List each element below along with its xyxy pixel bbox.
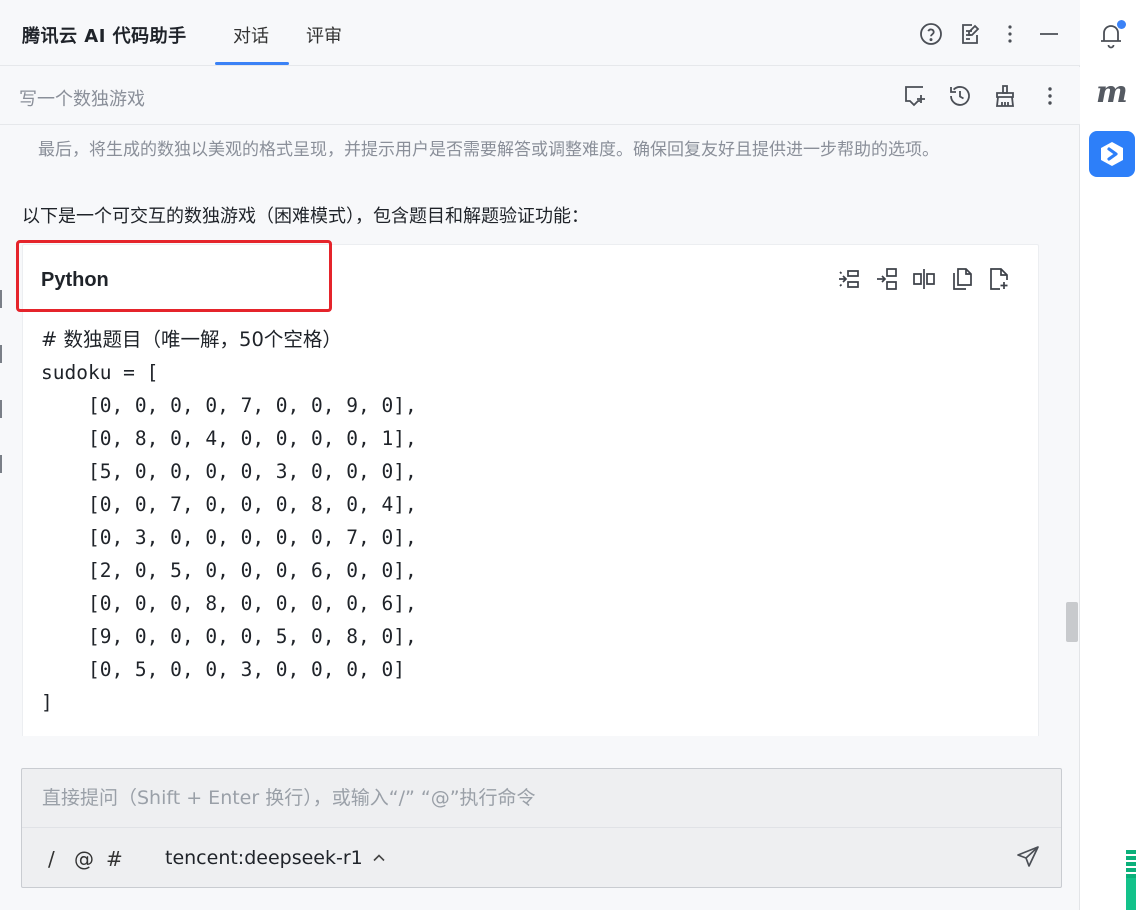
code-line: [0, 5, 0, 0, 3, 0, 0, 0, 0] [41,658,405,681]
hash-context-button[interactable]: # [106,847,123,871]
code-line: [0, 0, 0, 0, 7, 0, 0, 9, 0], [41,394,417,417]
insert-at-cursor-icon[interactable] [836,266,862,292]
diff-icon[interactable] [911,266,937,292]
code-line: ] [41,691,53,714]
code-line: [0, 3, 0, 0, 0, 0, 0, 7, 0], [41,526,417,549]
copy-icon[interactable] [949,266,975,292]
code-line: [0, 8, 0, 4, 0, 0, 0, 0, 1], [41,427,417,450]
chevron-up-icon [373,854,385,862]
insert-new-line-icon[interactable] [874,266,900,292]
minimize-icon[interactable] [1037,22,1061,46]
code-line: # 数独题目（唯一解，50个空格） [41,328,342,351]
history-icon[interactable] [947,83,973,109]
conversation-bar: 写一个数独游戏 [0,67,1080,125]
code-line: [2, 0, 5, 0, 0, 0, 6, 0, 0], [41,559,417,582]
notification-dot [1117,20,1126,29]
tab-chat[interactable]: 对话 [233,22,269,48]
help-icon[interactable] [919,22,943,46]
clean-icon[interactable] [992,83,1018,109]
code-block: Python # 数独题目（唯一解，50个空格） sudoku = [ [0, 0… [22,244,1039,736]
chat-input-box: / @ # tencent:deepseek-r1 [21,768,1062,888]
code-assistant-app-icon[interactable] [1089,131,1135,177]
code-content: # 数独题目（唯一解，50个空格） sudoku = [ [0, 0, 0, 0,… [41,323,417,719]
code-line: [0, 0, 0, 8, 0, 0, 0, 0, 6], [41,592,417,615]
chat-input[interactable] [22,769,1061,827]
tab-review[interactable]: 评审 [306,22,342,48]
more-vertical-icon[interactable] [1037,83,1063,109]
code-line: [0, 0, 7, 0, 0, 0, 8, 0, 4], [41,493,417,516]
app-title: 腾讯云 AI 代码助手 [22,26,187,47]
input-divider [22,827,1061,828]
mention-button[interactable]: @ [74,847,94,871]
active-tab-indicator [215,62,289,65]
model-name: tencent:deepseek-r1 [165,847,363,869]
m-plugin-icon[interactable]: m [1096,78,1128,108]
chat-history[interactable]: 最后，将生成的数独以美观的格式呈现，并提示用户是否需要解答或调整难度。确保回复友… [0,126,1064,736]
notification-bell-icon[interactable] [1096,20,1126,50]
status-indicator-fill [1126,878,1136,910]
slash-command-button[interactable]: / [48,847,55,871]
code-line: [5, 0, 0, 0, 0, 3, 0, 0, 0], [41,460,417,483]
new-chat-icon[interactable] [902,83,928,109]
edit-note-icon[interactable] [958,22,982,46]
answer-intro: 以下是一个可交互的数独游戏（困难模式），包含题目和解题验证功能： [22,206,589,227]
more-vertical-icon[interactable] [998,22,1022,46]
send-icon[interactable] [1015,844,1041,870]
code-line: [9, 0, 0, 0, 0, 5, 0, 8, 0], [41,625,417,648]
thinking-text: 最后，将生成的数独以美观的格式呈现，并提示用户是否需要解答或调整难度。确保回复友… [38,140,939,160]
code-line: sudoku = [ [41,361,159,384]
highlight-annotation [16,240,332,312]
chat-scrollbar[interactable] [1066,602,1078,642]
conversation-title[interactable]: 写一个数独游戏 [19,85,145,111]
assistant-panel: 腾讯云 AI 代码助手 对话 评审 写一个数独游戏 最后，将生成的数独以美观的格… [0,0,1080,910]
gutter-markers [0,290,3,510]
model-selector[interactable]: tencent:deepseek-r1 [165,847,387,869]
new-file-icon[interactable] [986,266,1012,292]
panel-header: 腾讯云 AI 代码助手 对话 评审 [0,0,1080,66]
